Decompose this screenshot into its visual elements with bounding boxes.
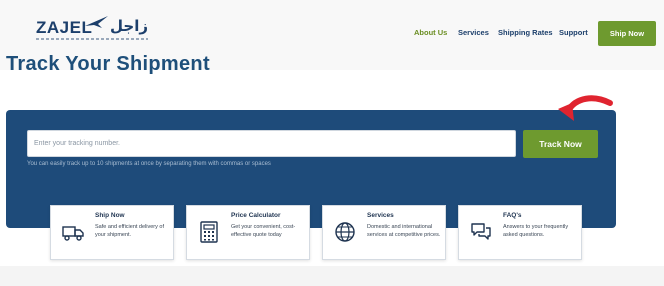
globe-icon	[335, 222, 355, 242]
card-services[interactable]: Services Domestic and international serv…	[322, 205, 446, 260]
chat-icon	[471, 223, 491, 240]
card-price-calculator[interactable]: Price Calculator Get your convenient, co…	[186, 205, 310, 260]
ship-now-button[interactable]: Ship Now	[598, 21, 656, 46]
logo-tagline	[36, 38, 148, 40]
card-title: Ship Now	[95, 212, 125, 219]
logo-arabic: زاجل	[110, 17, 148, 35]
card-title: FAQ's	[503, 212, 522, 219]
logo[interactable]: ZAJEL زاجل	[36, 14, 156, 42]
card-description: Get your convenient, cost-effective quot…	[231, 224, 296, 238]
tracking-hint: You can easily track up to 10 shipments …	[27, 161, 271, 167]
card-faqs[interactable]: FAQ's Answers to your frequently asked q…	[458, 205, 582, 260]
track-now-button[interactable]: Track Now	[523, 130, 598, 158]
card-description: Answers to your frequently asked questio…	[503, 224, 569, 238]
nav-about-us[interactable]: About Us	[414, 28, 447, 37]
page-title: Track Your Shipment	[6, 53, 210, 75]
bottom-strip	[0, 266, 664, 286]
red-arrow-icon	[558, 95, 613, 121]
nav-support[interactable]: Support	[559, 28, 588, 37]
nav-shipping-rates[interactable]: Shipping Rates	[498, 28, 553, 37]
tracking-number-input[interactable]: Enter your tracking number.	[27, 130, 516, 157]
truck-icon	[62, 226, 84, 241]
bird-logo-icon	[85, 16, 108, 28]
calculator-icon	[200, 221, 218, 243]
card-ship-now[interactable]: Ship Now Safe and efficient delivery of …	[50, 205, 174, 260]
card-description: Safe and efficient delivery of your ship…	[95, 224, 164, 238]
card-title: Services	[367, 212, 394, 219]
card-title: Price Calculator	[231, 212, 281, 219]
nav-services[interactable]: Services	[458, 28, 489, 37]
card-description: Domestic and international services at c…	[367, 224, 441, 238]
